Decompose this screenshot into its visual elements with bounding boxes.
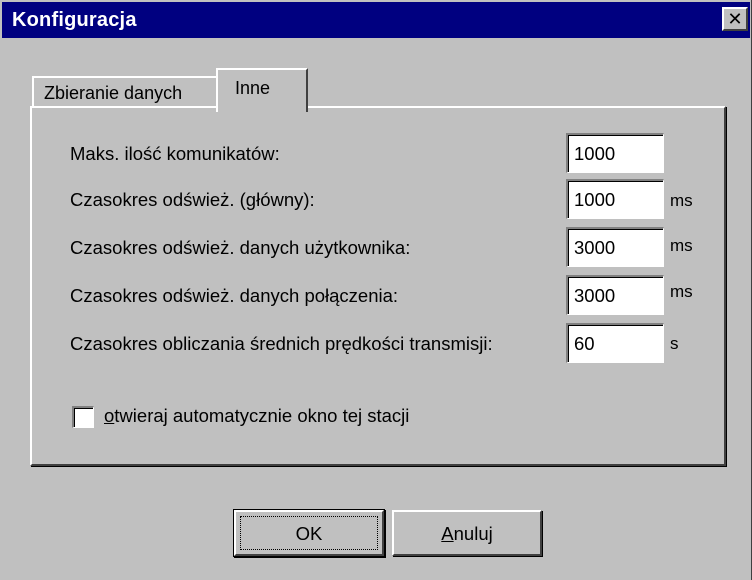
auto-open-mnemonic: o	[104, 405, 115, 426]
auto-open-label[interactable]: otwieraj automatycznie okno tej stacji	[104, 405, 409, 427]
tab-data-collection[interactable]: Zbieranie danych	[32, 76, 218, 108]
connection-refresh-label: Czasokres odśwież. danych połączenia:	[70, 285, 399, 306]
user-refresh-input[interactable]	[566, 227, 664, 267]
avg-speed-period-unit: s	[670, 334, 679, 353]
user-refresh-label: Czasokres odśwież. danych użytkownika:	[70, 237, 411, 258]
title-bar[interactable]: Konfiguracja ✕	[2, 2, 750, 38]
connection-refresh-input[interactable]	[566, 275, 664, 315]
connection-refresh-unit: ms	[670, 282, 693, 301]
main-refresh-label: Czasokres odśwież. (główny):	[70, 189, 315, 210]
ok-button-label: OK	[295, 523, 323, 544]
cancel-label-text: nuluj	[453, 523, 493, 544]
avg-speed-period-label: Czasokres obliczania średnich prędkości …	[70, 333, 493, 354]
cancel-mnemonic: A	[441, 523, 454, 544]
max-messages-label: Maks. ilość komunikatów:	[70, 143, 280, 164]
cancel-button-label: Anuluj	[394, 523, 540, 545]
close-button[interactable]: ✕	[722, 7, 748, 31]
main-refresh-unit: ms	[670, 191, 693, 210]
window-title: Konfiguracja	[12, 9, 137, 31]
auto-open-label-text: twieraj automatycznie okno tej stacji	[114, 405, 410, 426]
ok-button[interactable]: OK	[234, 510, 384, 556]
user-refresh-unit: ms	[670, 236, 693, 255]
tab-other-label: Inne	[235, 78, 271, 98]
avg-speed-period-input[interactable]	[566, 323, 664, 363]
cancel-button[interactable]: Anuluj	[392, 510, 542, 556]
tab-data-collection-label: Zbieranie danych	[44, 83, 183, 103]
main-refresh-input[interactable]	[566, 179, 664, 219]
tab-other[interactable]: Inne	[216, 68, 308, 112]
max-messages-input[interactable]	[566, 133, 664, 173]
config-dialog: Konfiguracja ✕ Zbieranie danych Inne Mak…	[0, 0, 752, 580]
auto-open-checkbox[interactable]	[72, 406, 94, 428]
close-icon: ✕	[727, 9, 743, 29]
